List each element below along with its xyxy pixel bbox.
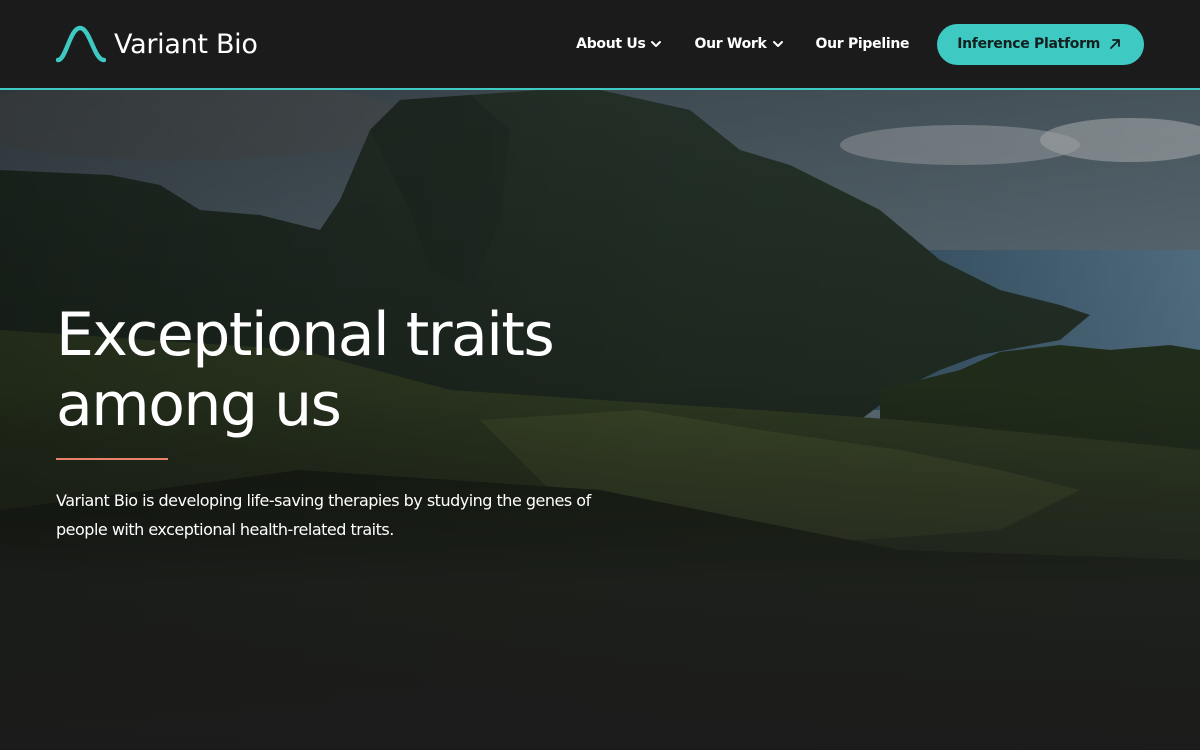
hero-description: Variant Bio is developing life-saving th… <box>56 491 591 539</box>
site-header: Variant Bio About Us Our Work Our Pipeli… <box>0 0 1200 90</box>
hero-section: Exceptional traits among us Variant Bio … <box>0 90 1200 750</box>
chevron-down-icon <box>772 41 783 47</box>
nav-item-our-pipeline[interactable]: Our Pipeline <box>816 36 910 52</box>
logo-link[interactable]: Variant Bio <box>56 24 258 64</box>
nav-item-our-work[interactable]: Our Work <box>694 36 783 52</box>
nav-item-about-us[interactable]: About Us <box>576 36 662 52</box>
hero-headline: Exceptional traits among us <box>56 300 555 440</box>
main-nav: About Us Our Work Our Pipeline Inference… <box>576 0 1144 88</box>
logo-text: Variant Bio <box>114 28 258 60</box>
variant-logo-icon <box>56 25 106 63</box>
nav-item-label: Our Work <box>694 36 767 52</box>
inference-platform-button[interactable]: Inference Platform <box>937 23 1144 65</box>
nav-item-label: About Us <box>576 36 646 52</box>
external-arrow-icon <box>1110 39 1120 49</box>
headline-accent-divider <box>56 458 168 460</box>
chevron-down-icon <box>651 41 662 47</box>
cta-label: Inference Platform <box>957 36 1100 52</box>
nav-item-label: Our Pipeline <box>815 36 910 52</box>
